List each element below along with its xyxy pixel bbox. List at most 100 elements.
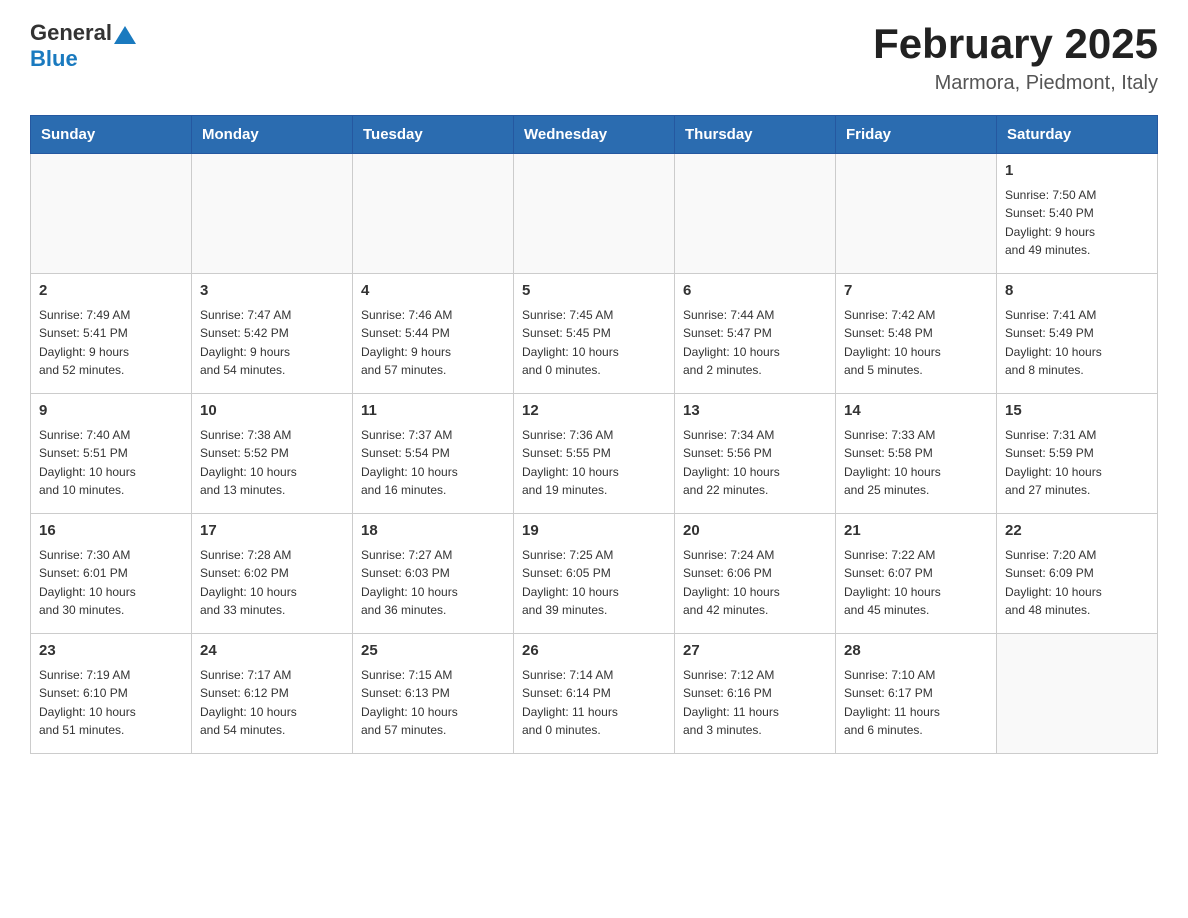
day-number: 14 <box>844 400 988 423</box>
day-info: Sunrise: 7:33 AM Sunset: 5:58 PM Dayligh… <box>844 426 988 500</box>
day-number: 18 <box>361 520 505 543</box>
day-number: 3 <box>200 280 344 303</box>
column-header-wednesday: Wednesday <box>514 116 675 154</box>
day-info: Sunrise: 7:36 AM Sunset: 5:55 PM Dayligh… <box>522 426 666 500</box>
calendar-cell: 13 Sunrise: 7:34 AM Sunset: 5:56 PM Dayli… <box>675 394 836 514</box>
calendar-header-row: SundayMondayTuesdayWednesdayThursdayFrid… <box>31 116 1158 154</box>
day-info: Sunrise: 7:31 AM Sunset: 5:59 PM Dayligh… <box>1005 426 1149 500</box>
day-number: 4 <box>361 280 505 303</box>
calendar-title: February 2025 <box>873 20 1158 68</box>
calendar-cell: 3Sunrise: 7:47 AM Sunset: 5:42 PM Daylig… <box>192 274 353 394</box>
day-info: Sunrise: 7:28 AM Sunset: 6:02 PM Dayligh… <box>200 546 344 620</box>
day-number: 20 <box>683 520 827 543</box>
day-number: 16 <box>39 520 183 543</box>
calendar-cell: 6 Sunrise: 7:44 AM Sunset: 5:47 PM Daylig… <box>675 274 836 394</box>
calendar-cell <box>514 154 675 274</box>
day-info: Sunrise: 7:22 AM Sunset: 6:07 PM Dayligh… <box>844 546 988 620</box>
day-number: 7 <box>844 280 988 303</box>
day-info: Sunrise: 7:44 AM Sunset: 5:47 PM Dayligh… <box>683 306 827 380</box>
day-number: 17 <box>200 520 344 543</box>
calendar-cell: 4 Sunrise: 7:46 AM Sunset: 5:44 PM Daylig… <box>353 274 514 394</box>
day-info: Sunrise: 7:37 AM Sunset: 5:54 PM Dayligh… <box>361 426 505 500</box>
calendar-cell: 21 Sunrise: 7:22 AM Sunset: 6:07 PM Dayli… <box>836 514 997 634</box>
day-number: 13 <box>683 400 827 423</box>
day-info: Sunrise: 7:20 AM Sunset: 6:09 PM Dayligh… <box>1005 546 1149 620</box>
calendar-cell: 18 Sunrise: 7:27 AM Sunset: 6:03 PM Dayli… <box>353 514 514 634</box>
day-number: 27 <box>683 640 827 663</box>
calendar-subtitle: Marmora, Piedmont, Italy <box>873 72 1158 95</box>
calendar-cell: 5 Sunrise: 7:45 AM Sunset: 5:45 PM Daylig… <box>514 274 675 394</box>
calendar-cell <box>836 154 997 274</box>
day-number: 11 <box>361 400 505 423</box>
calendar-cell <box>192 154 353 274</box>
column-header-thursday: Thursday <box>675 116 836 154</box>
calendar-cell: 28Sunrise: 7:10 AM Sunset: 6:17 PM Dayli… <box>836 634 997 754</box>
day-info: Sunrise: 7:10 AM Sunset: 6:17 PM Dayligh… <box>844 666 988 740</box>
day-number: 22 <box>1005 520 1149 543</box>
column-header-tuesday: Tuesday <box>353 116 514 154</box>
calendar-cell: 15 Sunrise: 7:31 AM Sunset: 5:59 PM Dayli… <box>997 394 1158 514</box>
day-info: Sunrise: 7:45 AM Sunset: 5:45 PM Dayligh… <box>522 306 666 380</box>
calendar-cell <box>353 154 514 274</box>
logo: General Blue <box>30 20 136 72</box>
calendar-cell: 24Sunrise: 7:17 AM Sunset: 6:12 PM Dayli… <box>192 634 353 754</box>
day-info: Sunrise: 7:30 AM Sunset: 6:01 PM Dayligh… <box>39 546 183 620</box>
calendar-week-row: 9 Sunrise: 7:40 AM Sunset: 5:51 PM Daylig… <box>31 394 1158 514</box>
day-info: Sunrise: 7:25 AM Sunset: 6:05 PM Dayligh… <box>522 546 666 620</box>
day-number: 1 <box>1005 160 1149 183</box>
calendar-cell <box>675 154 836 274</box>
calendar-table: SundayMondayTuesdayWednesdayThursdayFrid… <box>30 115 1158 754</box>
day-info: Sunrise: 7:24 AM Sunset: 6:06 PM Dayligh… <box>683 546 827 620</box>
calendar-cell: 19 Sunrise: 7:25 AM Sunset: 6:05 PM Dayli… <box>514 514 675 634</box>
calendar-cell: 23 Sunrise: 7:19 AM Sunset: 6:10 PM Dayli… <box>31 634 192 754</box>
day-number: 9 <box>39 400 183 423</box>
day-number: 15 <box>1005 400 1149 423</box>
calendar-cell: 9 Sunrise: 7:40 AM Sunset: 5:51 PM Daylig… <box>31 394 192 514</box>
calendar-cell: 27 Sunrise: 7:12 AM Sunset: 6:16 PM Dayli… <box>675 634 836 754</box>
logo-general-text: General <box>30 20 112 46</box>
day-info: Sunrise: 7:40 AM Sunset: 5:51 PM Dayligh… <box>39 426 183 500</box>
day-number: 8 <box>1005 280 1149 303</box>
day-info: Sunrise: 7:38 AM Sunset: 5:52 PM Dayligh… <box>200 426 344 500</box>
logo-blue-text: Blue <box>30 46 78 72</box>
title-section: February 2025 Marmora, Piedmont, Italy <box>873 20 1158 95</box>
day-number: 21 <box>844 520 988 543</box>
calendar-week-row: 2 Sunrise: 7:49 AM Sunset: 5:41 PM Daylig… <box>31 274 1158 394</box>
calendar-cell: 2 Sunrise: 7:49 AM Sunset: 5:41 PM Daylig… <box>31 274 192 394</box>
calendar-cell: 22 Sunrise: 7:20 AM Sunset: 6:09 PM Dayli… <box>997 514 1158 634</box>
calendar-cell: 11 Sunrise: 7:37 AM Sunset: 5:54 PM Dayli… <box>353 394 514 514</box>
day-info: Sunrise: 7:12 AM Sunset: 6:16 PM Dayligh… <box>683 666 827 740</box>
day-number: 23 <box>39 640 183 663</box>
day-number: 12 <box>522 400 666 423</box>
column-header-friday: Friday <box>836 116 997 154</box>
calendar-cell: 1 Sunrise: 7:50 AM Sunset: 5:40 PM Daylig… <box>997 154 1158 274</box>
day-number: 2 <box>39 280 183 303</box>
day-number: 19 <box>522 520 666 543</box>
calendar-week-row: 23 Sunrise: 7:19 AM Sunset: 6:10 PM Dayli… <box>31 634 1158 754</box>
day-info: Sunrise: 7:19 AM Sunset: 6:10 PM Dayligh… <box>39 666 183 740</box>
day-number: 5 <box>522 280 666 303</box>
calendar-week-row: 1 Sunrise: 7:50 AM Sunset: 5:40 PM Daylig… <box>31 154 1158 274</box>
calendar-cell <box>31 154 192 274</box>
day-info: Sunrise: 7:46 AM Sunset: 5:44 PM Dayligh… <box>361 306 505 380</box>
day-info: Sunrise: 7:15 AM Sunset: 6:13 PM Dayligh… <box>361 666 505 740</box>
day-number: 24 <box>200 640 344 663</box>
column-header-sunday: Sunday <box>31 116 192 154</box>
day-info: Sunrise: 7:50 AM Sunset: 5:40 PM Dayligh… <box>1005 186 1149 260</box>
day-number: 10 <box>200 400 344 423</box>
calendar-cell <box>997 634 1158 754</box>
day-number: 6 <box>683 280 827 303</box>
day-info: Sunrise: 7:27 AM Sunset: 6:03 PM Dayligh… <box>361 546 505 620</box>
day-info: Sunrise: 7:14 AM Sunset: 6:14 PM Dayligh… <box>522 666 666 740</box>
day-number: 26 <box>522 640 666 663</box>
calendar-cell: 16 Sunrise: 7:30 AM Sunset: 6:01 PM Dayli… <box>31 514 192 634</box>
calendar-week-row: 16 Sunrise: 7:30 AM Sunset: 6:01 PM Dayli… <box>31 514 1158 634</box>
calendar-cell: 7Sunrise: 7:42 AM Sunset: 5:48 PM Daylig… <box>836 274 997 394</box>
calendar-cell: 25Sunrise: 7:15 AM Sunset: 6:13 PM Dayli… <box>353 634 514 754</box>
calendar-cell: 14 Sunrise: 7:33 AM Sunset: 5:58 PM Dayli… <box>836 394 997 514</box>
day-info: Sunrise: 7:49 AM Sunset: 5:41 PM Dayligh… <box>39 306 183 380</box>
calendar-cell: 10 Sunrise: 7:38 AM Sunset: 5:52 PM Dayli… <box>192 394 353 514</box>
day-info: Sunrise: 7:41 AM Sunset: 5:49 PM Dayligh… <box>1005 306 1149 380</box>
day-info: Sunrise: 7:34 AM Sunset: 5:56 PM Dayligh… <box>683 426 827 500</box>
calendar-cell: 20 Sunrise: 7:24 AM Sunset: 6:06 PM Dayli… <box>675 514 836 634</box>
